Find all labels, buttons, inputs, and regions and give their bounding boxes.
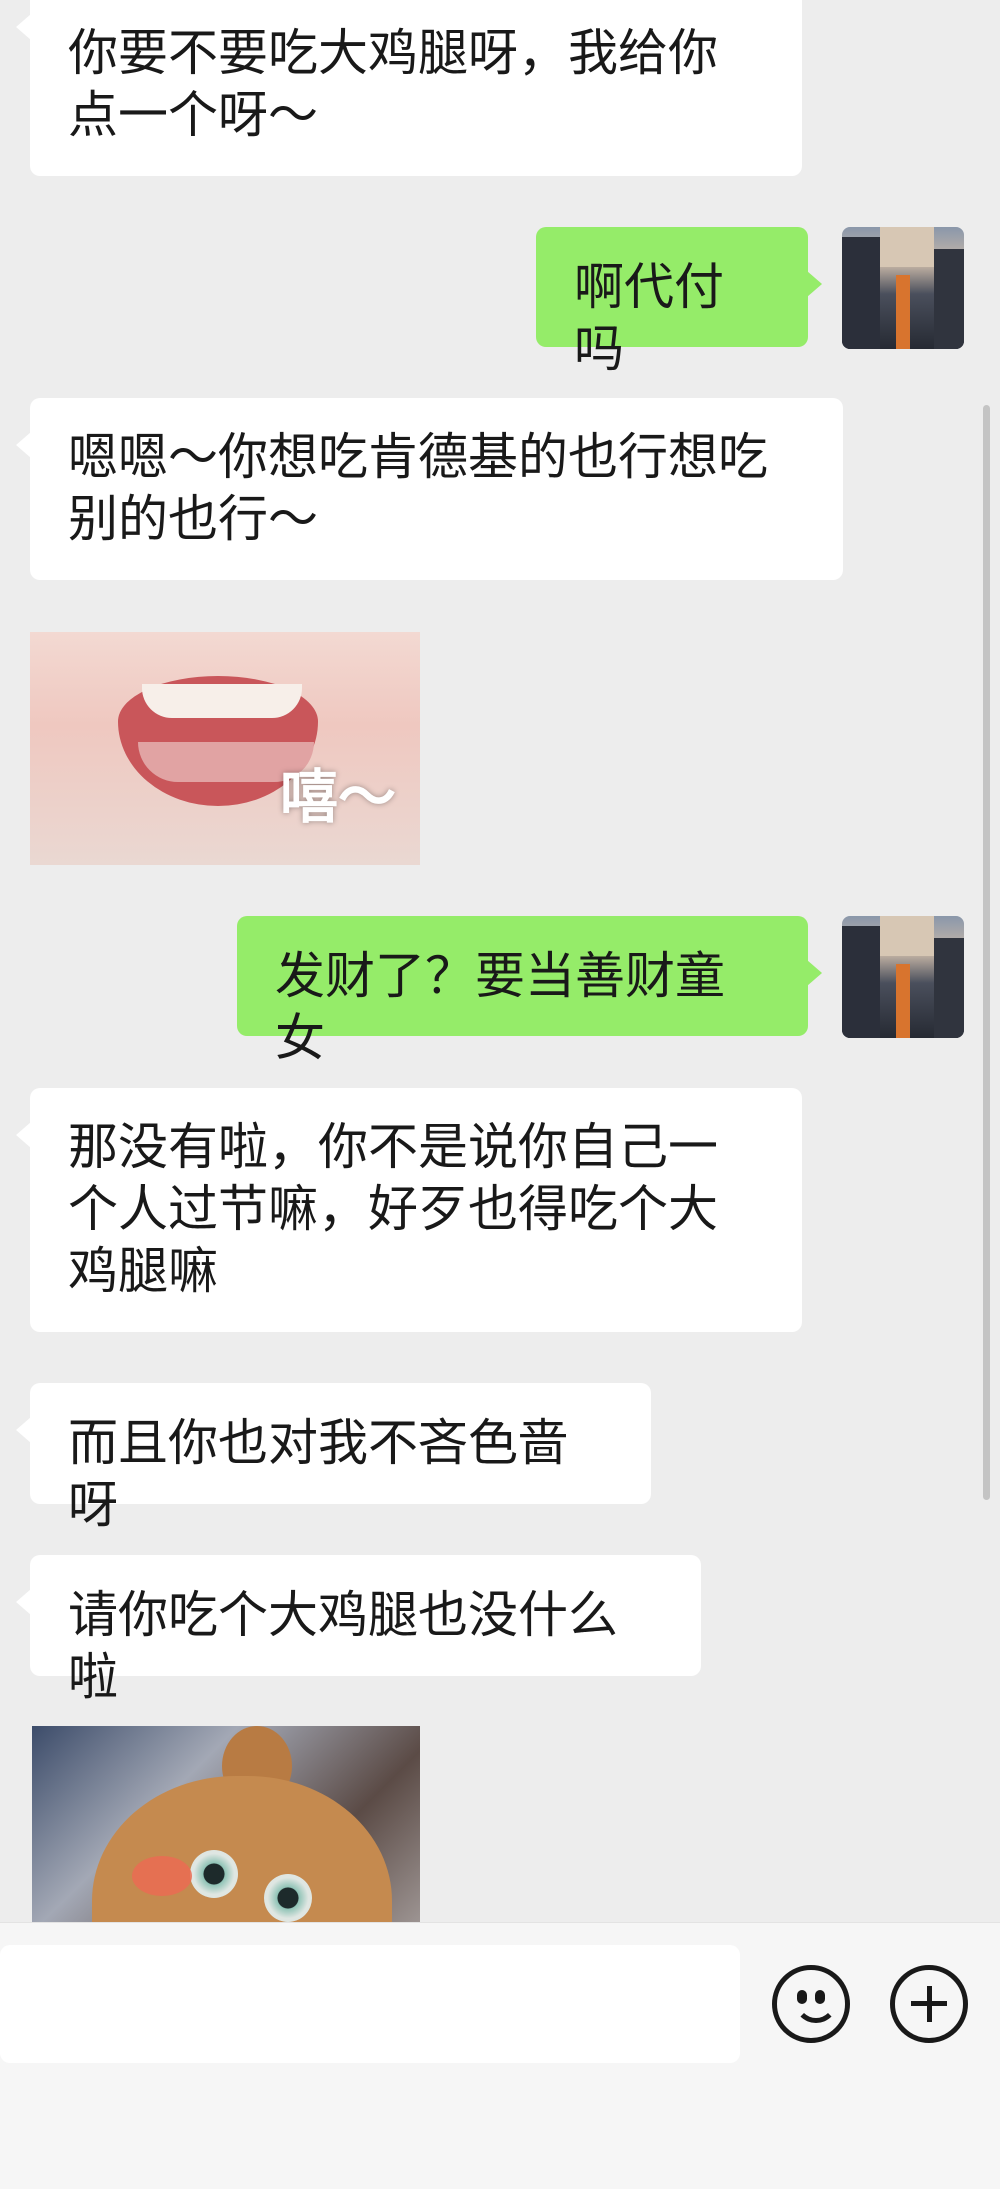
message-text: 请你吃个大鸡腿也没什么啦 xyxy=(68,1586,618,1706)
my-avatar[interactable] xyxy=(842,916,964,1038)
message-bubble-outgoing[interactable]: 啊代付吗 xyxy=(536,227,822,378)
message-text: 嗯嗯～你想吃肯德基的也行想吃别的也行～ xyxy=(68,428,768,548)
message-text: 发财了？要当善财童女 xyxy=(275,947,725,1067)
message-bubble-outgoing[interactable]: 发财了？要当善财童女 xyxy=(237,916,822,1067)
message-input[interactable] xyxy=(0,1945,740,2063)
emoji-icon[interactable] xyxy=(772,1965,850,2043)
smiling-mouth-sticker[interactable]: 嘻～ xyxy=(30,632,420,865)
message-text: 啊代付吗 xyxy=(574,258,724,378)
chat-area[interactable]: 你要不要吃大鸡腿呀，我给你点一个呀～ 啊代付吗 嗯嗯～你想吃肯德基的也行想吃别的… xyxy=(0,0,1000,1922)
message-text: 你要不要吃大鸡腿呀，我给你点一个呀～ xyxy=(68,24,718,144)
message-bubble-incoming[interactable]: 而且你也对我不吝色啬呀 xyxy=(16,1383,651,1534)
bear-eye xyxy=(190,1850,238,1898)
my-avatar[interactable] xyxy=(842,227,964,349)
cartoon-bear-sticker[interactable] xyxy=(32,1726,420,1922)
message-bubble-incoming[interactable]: 嗯嗯～你想吃肯德基的也行想吃别的也行～ xyxy=(16,398,843,580)
bear-eye xyxy=(264,1874,312,1922)
input-bar xyxy=(0,1922,1000,2189)
message-bubble-incoming[interactable]: 请你吃个大鸡腿也没什么啦 xyxy=(16,1555,701,1706)
message-text: 那没有啦，你不是说你自己一个人过节嘛，好歹也得吃个大鸡腿嘛 xyxy=(68,1118,718,1300)
message-text: 而且你也对我不吝色啬呀 xyxy=(68,1414,568,1534)
message-bubble-incoming[interactable]: 你要不要吃大鸡腿呀，我给你点一个呀～ xyxy=(16,0,802,176)
message-bubble-incoming[interactable]: 那没有啦，你不是说你自己一个人过节嘛，好歹也得吃个大鸡腿嘛 xyxy=(16,1088,802,1332)
sticker-caption: 嘻～ xyxy=(280,763,397,831)
sticker-teeth xyxy=(142,684,302,718)
plus-icon[interactable] xyxy=(890,1965,968,2043)
scrollbar[interactable] xyxy=(983,405,990,1500)
bear-cheek xyxy=(132,1856,192,1896)
